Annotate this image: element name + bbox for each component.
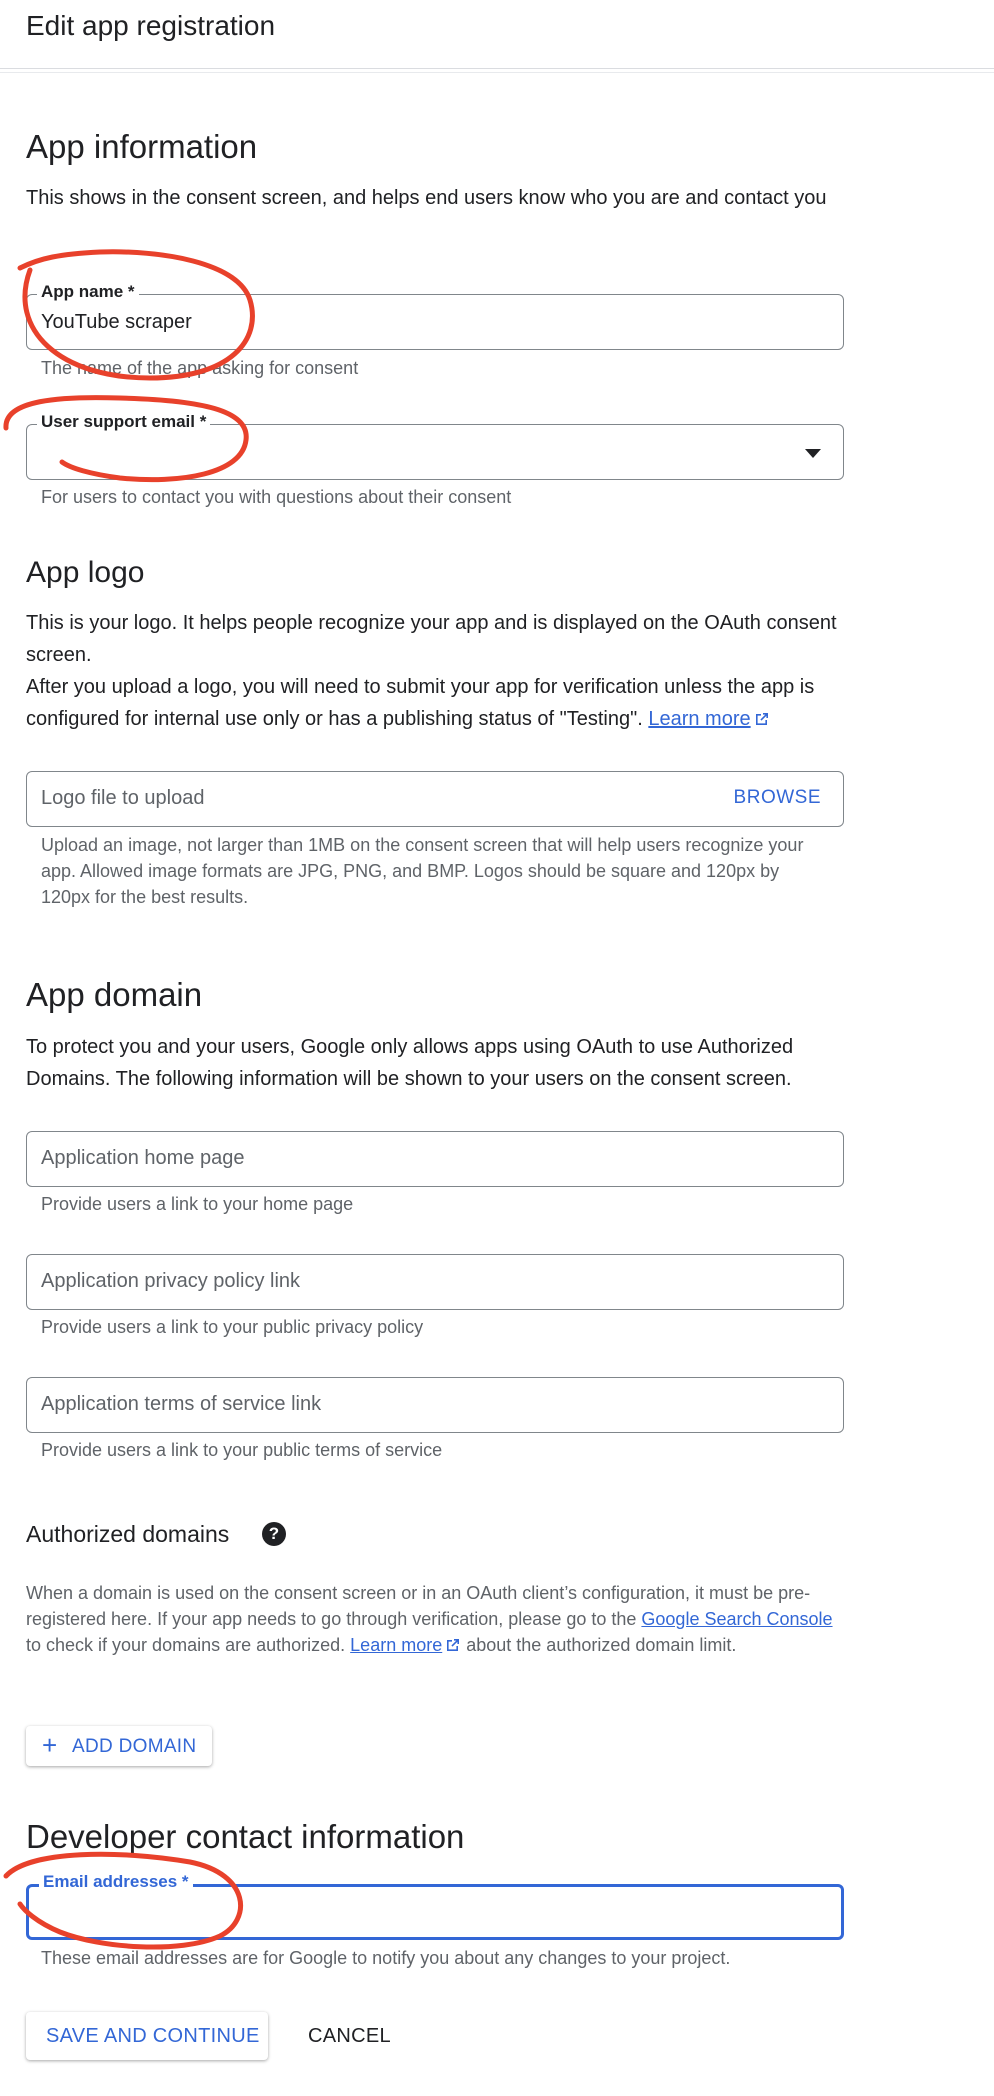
home-page-input[interactable]: Application home page — [26, 1131, 844, 1187]
home-page-helper: Provide users a link to your home page — [41, 1194, 354, 1214]
terms-placeholder: Application terms of service link — [41, 1393, 322, 1415]
browse-button[interactable]: BROWSE — [734, 787, 821, 809]
external-link-icon[interactable] — [754, 711, 770, 727]
save-and-continue-button[interactable]: SAVE AND CONTINUE — [26, 2012, 268, 2060]
app-info-heading: App information — [26, 128, 258, 165]
app-logo-heading: App logo — [26, 556, 145, 589]
add-domain-button[interactable]: + ADD DOMAIN — [26, 1726, 212, 1766]
support-email-helper: For users to contact you with questions … — [41, 487, 512, 507]
logo-upload-field[interactable]: Logo file to upload BROWSE — [26, 771, 844, 827]
plus-icon: + — [42, 1730, 58, 1760]
app-domain-description: To protect you and your users, Google on… — [26, 1036, 794, 1090]
authorized-domains-text-b: to check if your domains are authorized. — [26, 1635, 351, 1655]
app-name-helper: The name of the app asking for consent — [41, 358, 359, 378]
app-logo-description: This is your logo. It helps people recog… — [26, 607, 846, 735]
save-label: SAVE AND CONTINUE — [46, 2025, 260, 2047]
support-email-select[interactable]: User support email * — [26, 412, 844, 480]
page-header: Edit app registration — [0, 0, 994, 73]
cancel-label: CANCEL — [308, 2025, 391, 2047]
logo-upload-placeholder: Logo file to upload — [41, 787, 205, 809]
developer-email-input[interactable]: Email addresses * — [26, 1872, 844, 1940]
cancel-button[interactable]: CANCEL — [296, 2012, 406, 2060]
authorized-domains-heading: Authorized domains — [26, 1521, 230, 1547]
app-info-description: This shows in the consent screen, and he… — [26, 187, 827, 209]
app-domain-heading: App domain — [26, 976, 203, 1013]
caret-down-icon[interactable] — [805, 449, 821, 458]
external-link-icon[interactable] — [445, 1637, 461, 1653]
developer-contact-heading: Developer contact information — [26, 1818, 465, 1855]
authorized-domains-learn-more-link[interactable]: Learn more — [350, 1635, 442, 1655]
app-name-field[interactable]: App name * YouTube scraper — [26, 282, 844, 350]
help-icon[interactable]: ? — [262, 1522, 286, 1546]
privacy-policy-placeholder: Application privacy policy link — [41, 1270, 301, 1292]
app-name-label: App name * — [37, 282, 139, 302]
privacy-policy-helper: Provide users a link to your public priv… — [41, 1317, 424, 1337]
add-domain-label: ADD DOMAIN — [72, 1736, 197, 1757]
support-email-label: User support email * — [37, 412, 211, 432]
app-logo-line1: This is your logo. It helps people recog… — [26, 612, 837, 666]
authorized-domains-description: When a domain is used on the consent scr… — [26, 1580, 840, 1658]
app-logo-line2: After you upload a logo, you will need t… — [26, 671, 846, 735]
privacy-policy-input[interactable]: Application privacy policy link — [26, 1254, 844, 1310]
authorized-domains-text-c: about the authorized domain limit. — [461, 1635, 737, 1655]
home-page-placeholder: Application home page — [41, 1147, 245, 1169]
header-divider — [0, 72, 994, 73]
app-name-value: YouTube scraper — [41, 311, 192, 333]
search-console-link[interactable]: Google Search Console — [641, 1609, 832, 1629]
developer-email-helper: These email addresses are for Google to … — [41, 1948, 731, 1968]
page-title: Edit app registration — [26, 10, 276, 41]
logo-helper: Upload an image, not larger than 1MB on … — [41, 835, 804, 907]
developer-email-label: Email addresses * — [39, 1872, 193, 1892]
app-logo-learn-more-link[interactable]: Learn more — [648, 708, 750, 730]
terms-input[interactable]: Application terms of service link — [26, 1377, 844, 1433]
terms-helper: Provide users a link to your public term… — [41, 1440, 443, 1460]
